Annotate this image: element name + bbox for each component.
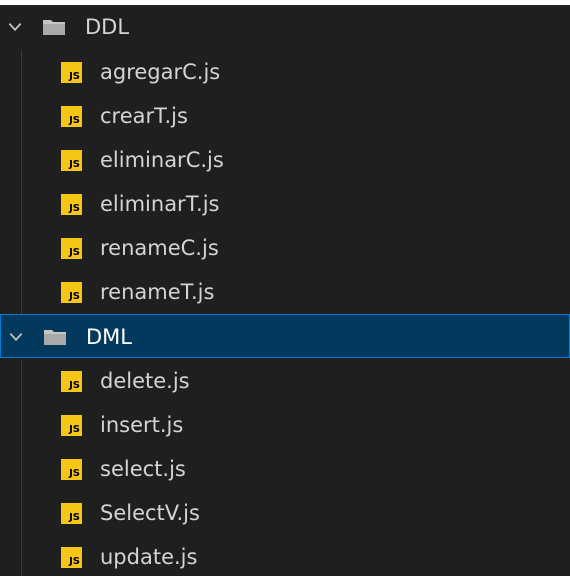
js-file-icon: JS <box>61 547 82 568</box>
file-row[interactable]: JS SelectV.js <box>0 491 570 535</box>
file-row[interactable]: JS select.js <box>0 447 570 491</box>
file-row[interactable]: JS eliminarC.js <box>0 138 570 182</box>
file-row[interactable]: JS update.js <box>0 535 570 576</box>
file-label: renameT.js <box>100 280 215 304</box>
js-file-icon: JS <box>61 194 82 215</box>
js-file-icon: JS <box>61 415 82 436</box>
file-row[interactable]: JS agregarC.js <box>0 50 570 94</box>
file-label: renameC.js <box>100 236 219 260</box>
js-file-icon: JS <box>61 150 82 171</box>
file-row[interactable]: JS eliminarT.js <box>0 182 570 226</box>
js-file-icon: JS <box>61 503 82 524</box>
chevron-down-icon[interactable] <box>6 18 24 36</box>
chevron-down-icon[interactable] <box>7 328 25 346</box>
file-row[interactable]: JS crearT.js <box>0 94 570 138</box>
file-label: agregarC.js <box>100 60 221 84</box>
file-row[interactable]: JS delete.js <box>0 359 570 403</box>
js-file-icon: JS <box>61 282 82 303</box>
file-row[interactable]: JS insert.js <box>0 403 570 447</box>
file-label: crearT.js <box>100 104 188 128</box>
js-file-icon: JS <box>61 238 82 259</box>
file-label: insert.js <box>100 413 184 437</box>
folder-row-dml[interactable]: DML <box>0 314 570 358</box>
file-row[interactable]: JS renameC.js <box>0 226 570 270</box>
js-file-icon: JS <box>61 371 82 392</box>
js-file-icon: JS <box>61 106 82 127</box>
file-label: delete.js <box>100 369 190 393</box>
file-label: eliminarC.js <box>100 148 224 172</box>
file-label: SelectV.js <box>100 501 200 525</box>
file-label: eliminarT.js <box>100 192 220 216</box>
file-row[interactable]: JS renameT.js <box>0 270 570 314</box>
js-file-icon: JS <box>61 459 82 480</box>
file-label: update.js <box>100 545 198 569</box>
folder-label: DML <box>86 325 132 349</box>
folder-row-ddl[interactable]: DDL <box>0 5 570 49</box>
folder-label: DDL <box>85 15 130 39</box>
js-file-icon: JS <box>61 62 82 83</box>
file-label: select.js <box>100 457 186 481</box>
folder-icon <box>43 20 65 35</box>
file-explorer-tree: DDL JS agregarC.js JS crearT.js JS elimi… <box>0 5 570 576</box>
folder-icon <box>44 330 66 345</box>
